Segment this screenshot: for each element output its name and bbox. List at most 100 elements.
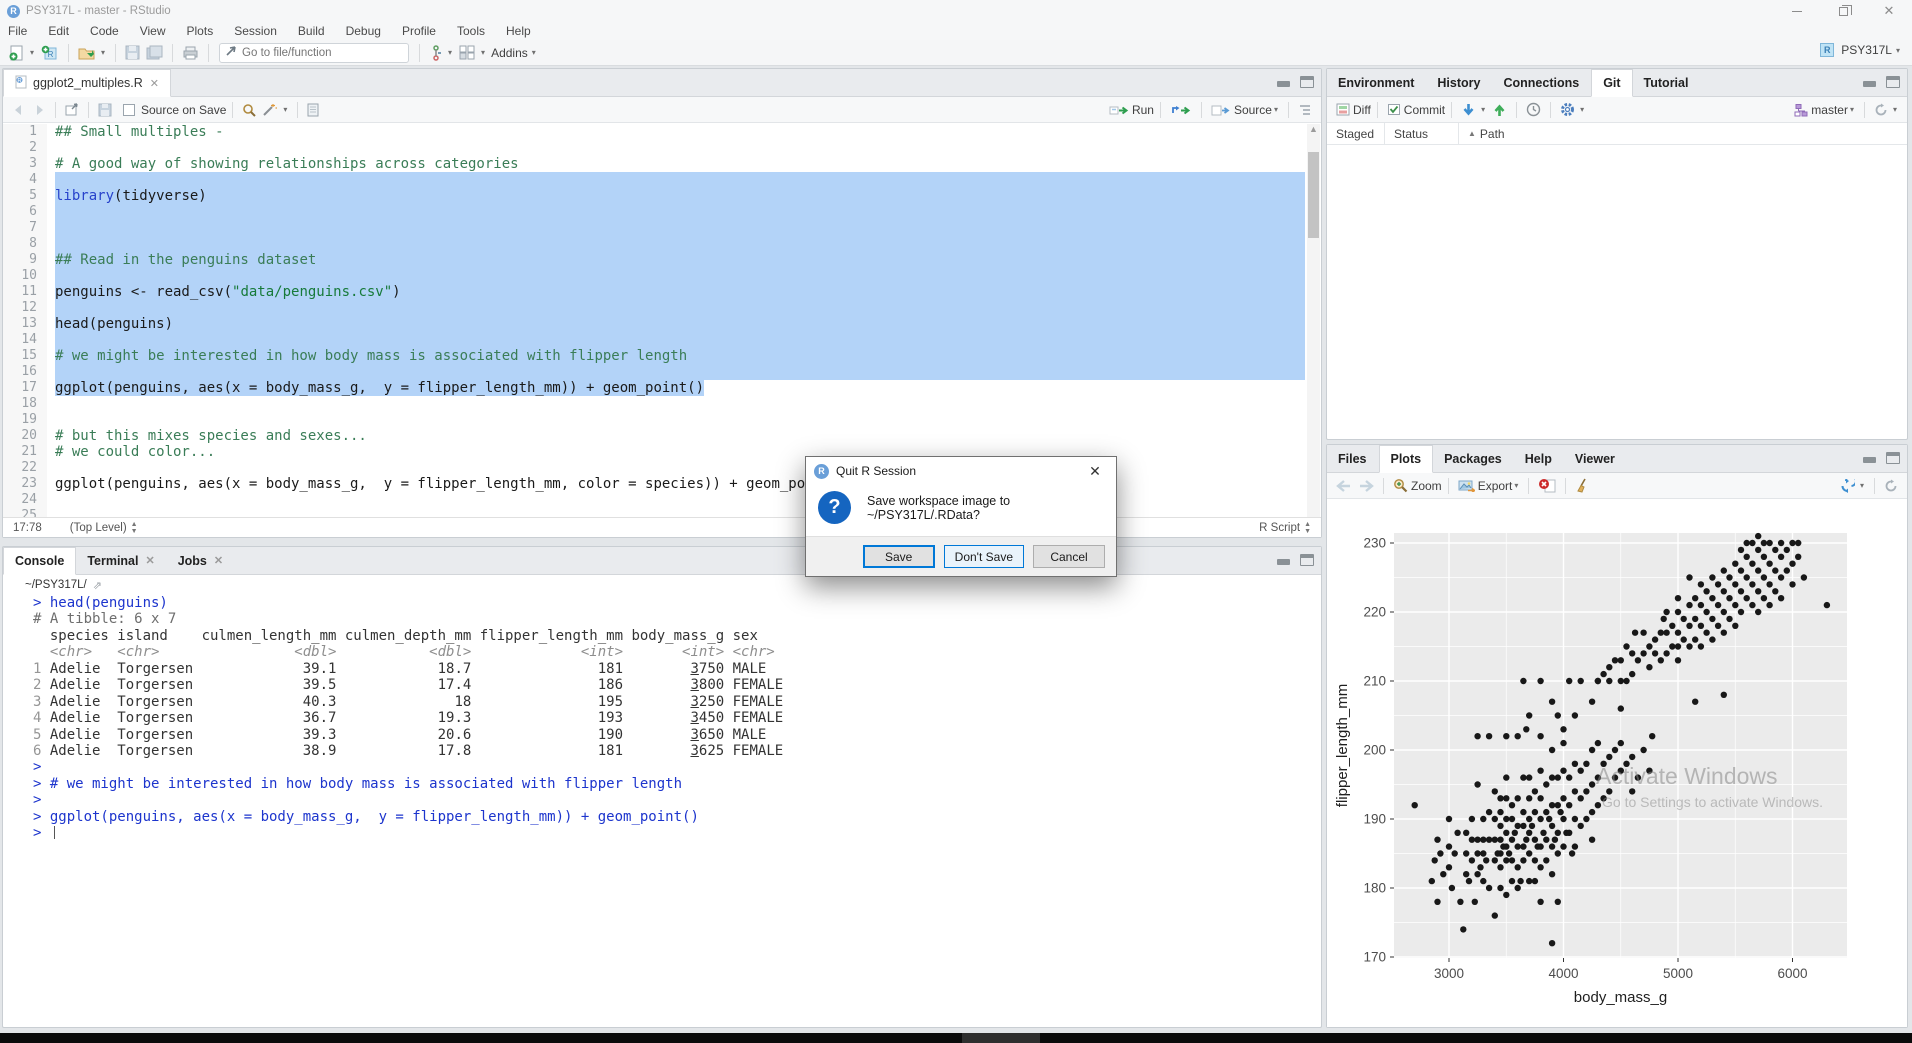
tab-packages[interactable]: Packages (1433, 445, 1514, 472)
code-tools-icon[interactable] (259, 99, 281, 121)
save-doc-icon[interactable] (95, 99, 115, 121)
cancel-button[interactable]: Cancel (1033, 545, 1105, 568)
tab-git[interactable]: Git (1591, 69, 1632, 97)
minimize-pane-icon[interactable] (1276, 76, 1292, 87)
code-line[interactable]: 17ggplot(penguins, aes(x = body_mass_g, … (3, 380, 1321, 396)
gear-caret-icon[interactable]: ▾ (1580, 105, 1584, 114)
code-line[interactable]: 6 (3, 204, 1321, 220)
dialog-close-icon[interactable]: ✕ (1075, 458, 1115, 484)
tab-environment[interactable]: Environment (1327, 69, 1426, 96)
refresh-caret-icon[interactable]: ▾ (1893, 105, 1897, 114)
zoom-plot-button[interactable]: Zoom (1411, 479, 1442, 493)
code-line[interactable]: 11penguins <- read_csv("data/penguins.cs… (3, 284, 1321, 300)
minimize-pane-icon[interactable] (1862, 452, 1878, 463)
code-editor[interactable]: 1## Small multiples -23# A good way of s… (3, 124, 1321, 517)
addins-caret-icon[interactable]: ▾ (532, 48, 536, 57)
branch-caret-icon[interactable]: ▾ (1850, 105, 1854, 114)
tab-history[interactable]: History (1426, 69, 1492, 96)
code-line[interactable]: 21# we could color... (3, 444, 1321, 460)
tab-tutorial[interactable]: Tutorial (1633, 69, 1701, 96)
source-caret-icon[interactable]: ▾ (1274, 105, 1278, 114)
document-outline-icon[interactable] (1295, 99, 1315, 121)
menu-file[interactable]: File (8, 24, 27, 38)
tab-jobs[interactable]: Jobs✕ (167, 547, 235, 574)
goto-directory-icon[interactable]: ⇗ (93, 579, 102, 592)
dont-save-button[interactable]: Don't Save (944, 545, 1024, 568)
tab-terminal[interactable]: Terminal✕ (76, 547, 166, 574)
code-line[interactable]: 15# we might be interested in how body m… (3, 348, 1321, 364)
panes-layout-icon[interactable] (456, 42, 479, 64)
close-button[interactable]: ✕ (1866, 0, 1912, 22)
save-button[interactable]: Save (863, 545, 935, 568)
code-line[interactable]: 20# but this mixes species and sexes... (3, 428, 1321, 444)
code-line[interactable]: 14 (3, 332, 1321, 348)
print-icon[interactable] (179, 42, 202, 64)
popout-icon[interactable] (62, 99, 82, 121)
minimize-button[interactable] (1774, 0, 1820, 22)
menu-debug[interactable]: Debug (346, 24, 381, 38)
menu-edit[interactable]: Edit (48, 24, 69, 38)
file-type-indicator[interactable]: R Script (1259, 522, 1300, 534)
goto-file-input[interactable] (242, 47, 392, 59)
code-line[interactable]: 24 (3, 492, 1321, 508)
rerun-icon[interactable] (1167, 99, 1195, 121)
commit-button[interactable]: Commit (1404, 103, 1445, 117)
menu-view[interactable]: View (140, 24, 166, 38)
console-output[interactable]: > head(penguins)# A tibble: 6 x 7 specie… (3, 595, 1321, 1027)
compile-report-icon[interactable] (304, 99, 322, 121)
editor-scrollbar-thumb[interactable] (1308, 152, 1319, 238)
menu-profile[interactable]: Profile (402, 24, 436, 38)
code-line[interactable]: 3# A good way of showing relationships a… (3, 156, 1321, 172)
tab-plots[interactable]: Plots (1379, 445, 1434, 473)
export-caret-icon[interactable]: ▾ (1514, 481, 1518, 490)
column-staged[interactable]: Staged (1327, 123, 1385, 144)
refresh-plot-icon[interactable] (1881, 475, 1901, 497)
tab-viewer[interactable]: Viewer (1564, 445, 1627, 472)
code-line[interactable]: 9## Read in the penguins dataset (3, 252, 1321, 268)
new-project-icon[interactable]: R (38, 42, 62, 64)
maximize-pane-icon[interactable] (1300, 76, 1314, 88)
save-all-icon[interactable] (143, 42, 166, 64)
diff-button[interactable]: Diff (1353, 103, 1371, 117)
run-button[interactable]: Run (1132, 103, 1154, 117)
source-on-save-checkbox[interactable] (123, 104, 135, 116)
code-line[interactable]: 19 (3, 412, 1321, 428)
code-line[interactable]: 5library(tidyverse) (3, 188, 1321, 204)
gear-icon[interactable] (1557, 99, 1578, 121)
tab-help[interactable]: Help (1514, 445, 1564, 472)
version-control-caret-icon[interactable]: ▾ (448, 48, 452, 57)
maximize-pane-icon[interactable] (1300, 554, 1314, 566)
code-line[interactable]: 8 (3, 236, 1321, 252)
menu-help[interactable]: Help (506, 24, 531, 38)
code-line[interactable]: 18 (3, 396, 1321, 412)
code-tools-caret-icon[interactable]: ▾ (283, 105, 287, 114)
publish-icon[interactable] (1836, 475, 1858, 497)
dialog-title-bar[interactable]: R Quit R Session (806, 457, 1116, 485)
panes-layout-caret-icon[interactable]: ▾ (481, 48, 485, 57)
history-icon[interactable] (1523, 99, 1544, 121)
menu-tools[interactable]: Tools (457, 24, 485, 38)
tab-close-icon[interactable]: ✕ (150, 77, 159, 90)
scope-indicator[interactable]: (Top Level) (70, 522, 127, 534)
pull-caret-icon[interactable]: ▾ (1481, 105, 1485, 114)
code-line[interactable]: 2 (3, 140, 1321, 156)
tab-close-icon[interactable]: ✕ (145, 554, 154, 567)
code-line[interactable]: 23ggplot(penguins, aes(x = body_mass_g, … (3, 476, 1321, 492)
addins-button[interactable]: Addins (491, 46, 528, 60)
maximize-pane-icon[interactable] (1886, 76, 1900, 88)
save-icon[interactable] (122, 42, 143, 64)
column-path[interactable]: ▲Path (1459, 123, 1907, 144)
pull-icon[interactable] (1458, 99, 1479, 121)
push-icon[interactable] (1489, 99, 1510, 121)
branch-selector[interactable]: master (1811, 103, 1848, 117)
next-plot-icon[interactable] (1355, 475, 1377, 497)
menu-code[interactable]: Code (90, 24, 119, 38)
project-selector[interactable]: R PSY317L ▾ (1820, 43, 1904, 57)
code-line[interactable]: 10 (3, 268, 1321, 284)
code-line[interactable]: 12 (3, 300, 1321, 316)
menu-session[interactable]: Session (234, 24, 277, 38)
forward-icon[interactable] (29, 99, 49, 121)
maximize-pane-icon[interactable] (1886, 452, 1900, 464)
open-file-caret-icon[interactable]: ▾ (101, 48, 105, 57)
code-line[interactable]: 16 (3, 364, 1321, 380)
